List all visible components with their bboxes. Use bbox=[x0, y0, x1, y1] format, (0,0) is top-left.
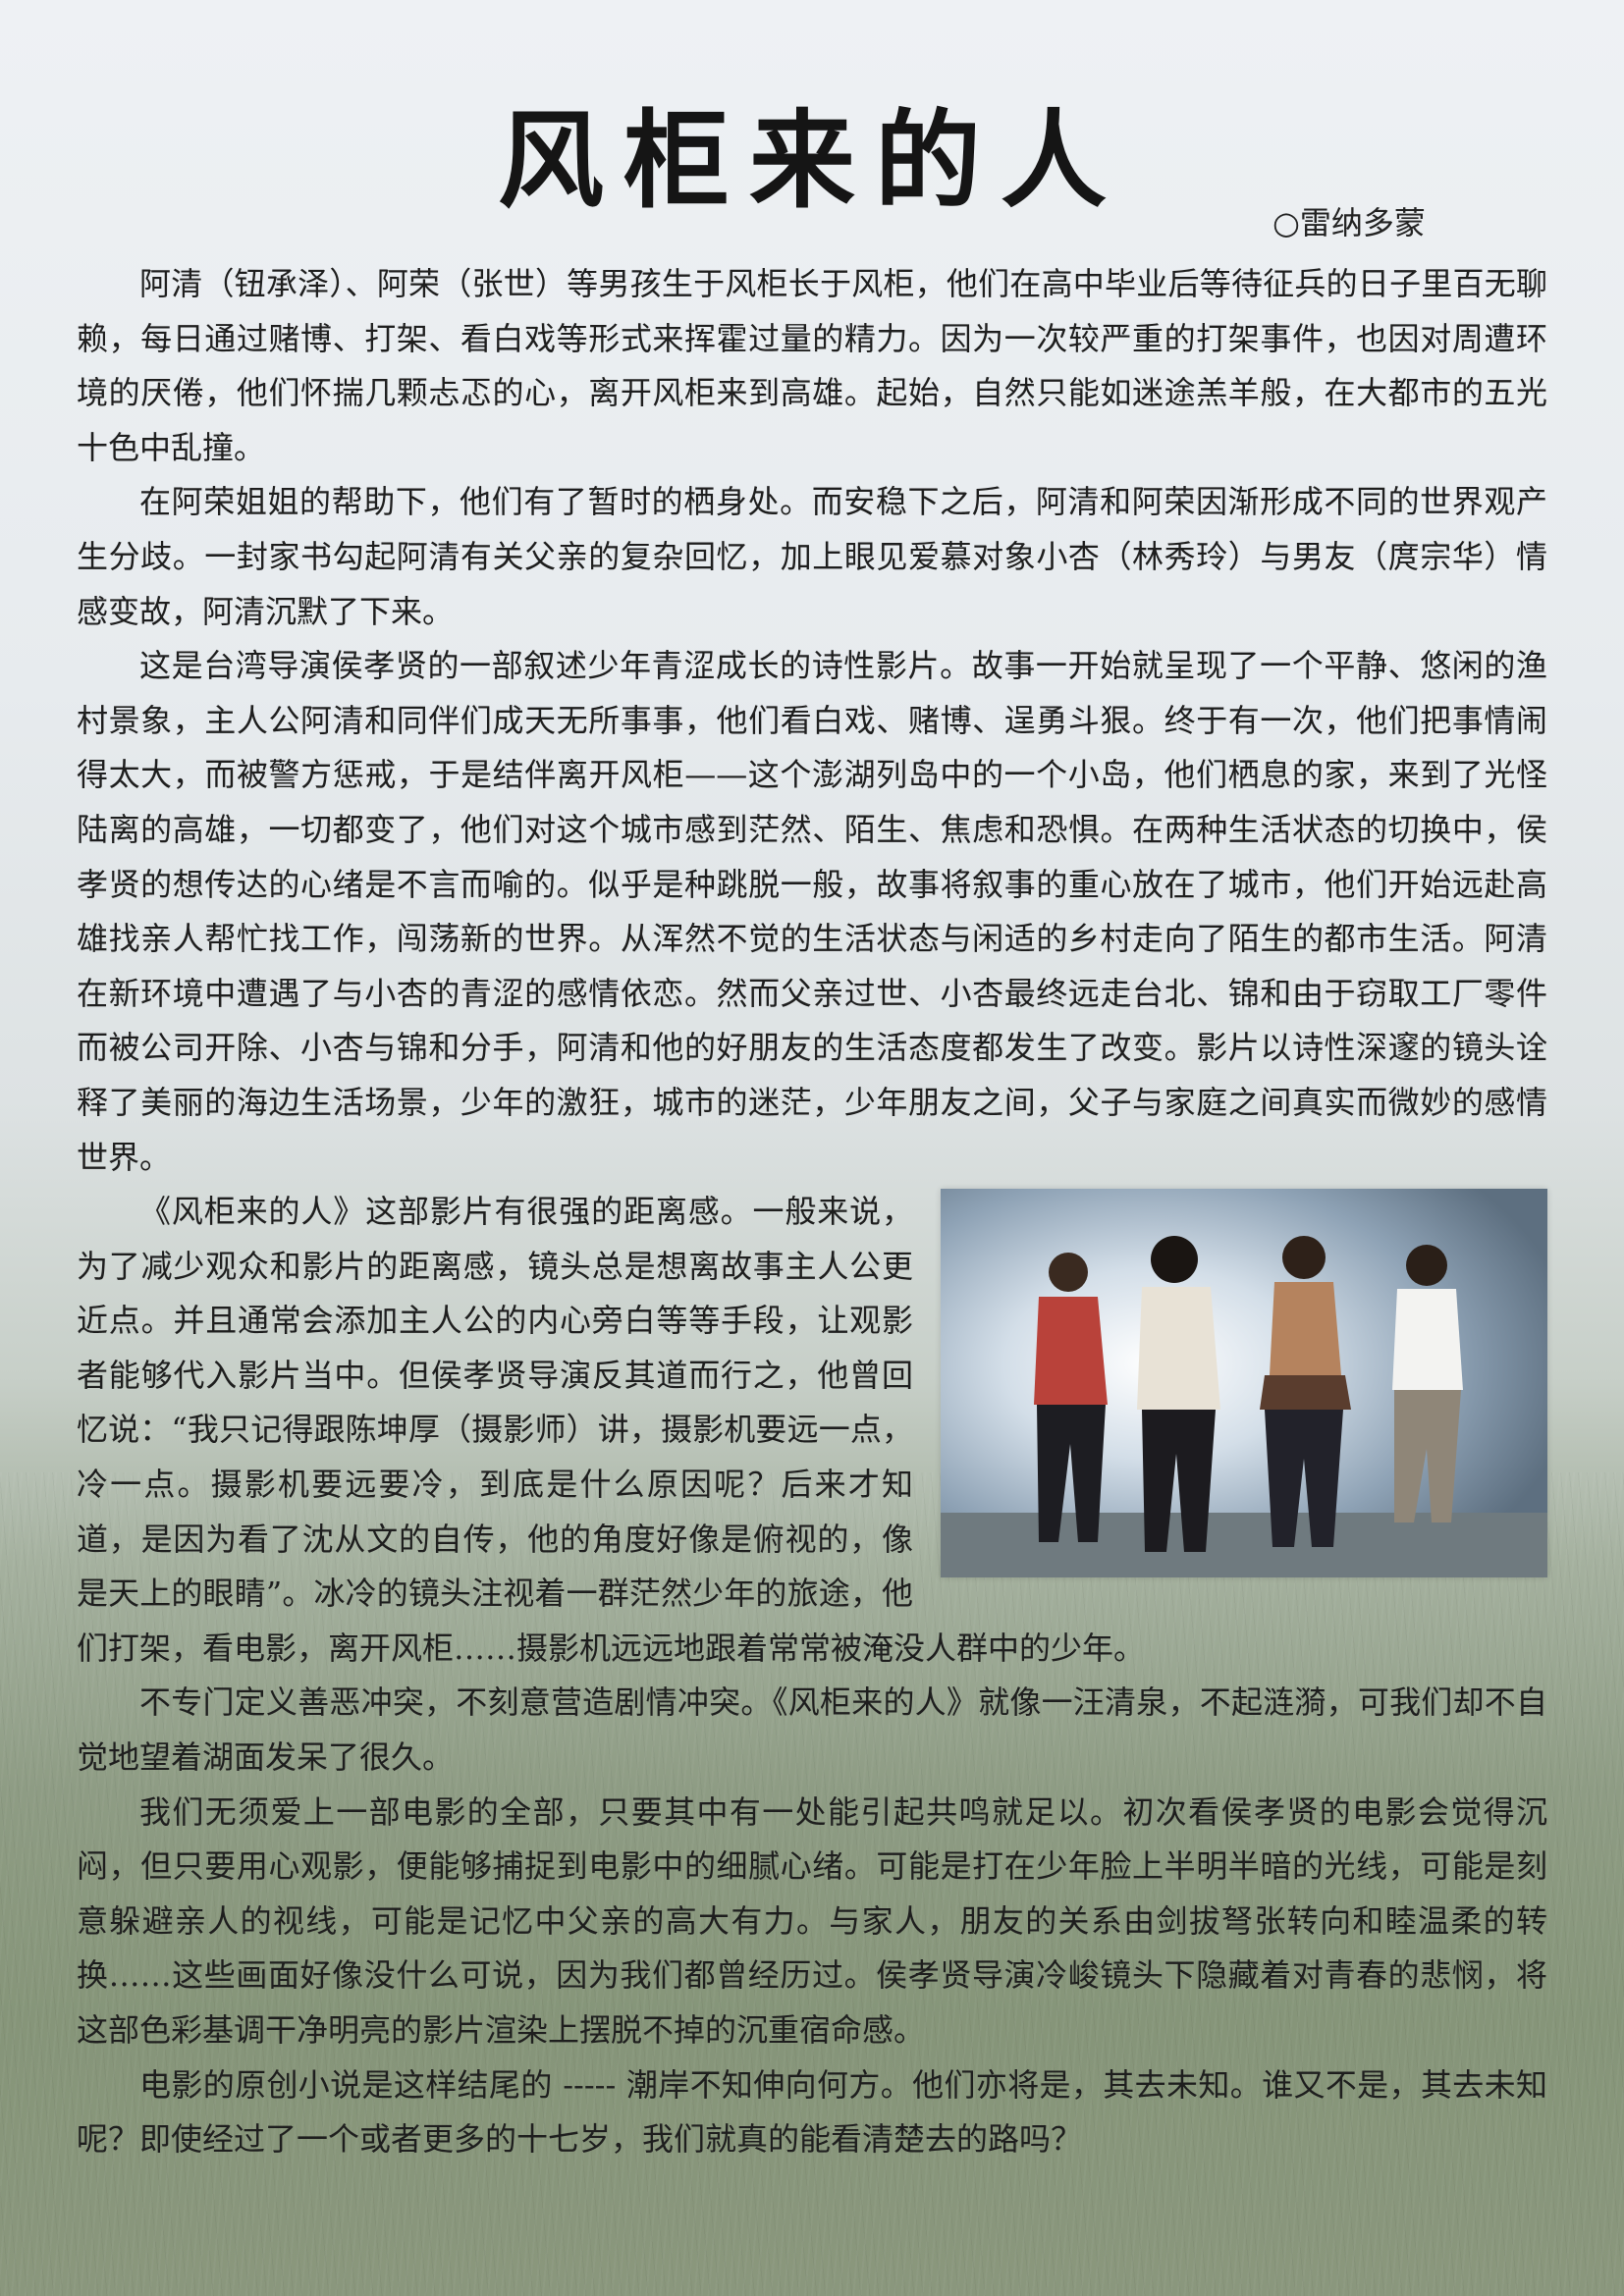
photo-illustration bbox=[941, 1189, 1547, 1578]
paragraph-1: 阿清（钮承泽）、阿荣（张世）等男孩生于风柜长于风柜，他们在高中毕业后等待征兵的日… bbox=[77, 265, 1547, 466]
paragraph-6: 我们无须爱上一部电影的全部，只要其中有一处能引起共鸣就足以。初次看侯孝贤的电影会… bbox=[77, 1792, 1547, 2049]
paragraph-5: 不专门定义善恶冲突，不刻意营造剧情冲突。《风柜来的人》就像一汪清泉，不起涟漪，可… bbox=[77, 1683, 1547, 1777]
article-body: 阿清（钮承泽）、阿荣（张世）等男孩生于风柜长于风柜，他们在高中毕业后等待征兵的日… bbox=[77, 257, 1547, 2167]
four-boys-in-sea-spray-photo bbox=[941, 1189, 1547, 1578]
author-byline: ○雷纳多蒙 bbox=[1272, 204, 1426, 241]
paragraph-2: 在阿荣姐姐的帮助下，他们有了暂时的栖身处。而安稳下之后，阿清和阿荣因渐形成不同的… bbox=[77, 483, 1547, 630]
paragraph-3: 这是台湾导演侯孝贤的一部叙述少年青涩成长的诗性影片。故事一开始就呈现了一个平静、… bbox=[77, 647, 1547, 1176]
paragraph-7: 电影的原创小说是这样结尾的 ----- 潮岸不知伸向何方。他们亦将是，其去未知。… bbox=[77, 2065, 1547, 2159]
